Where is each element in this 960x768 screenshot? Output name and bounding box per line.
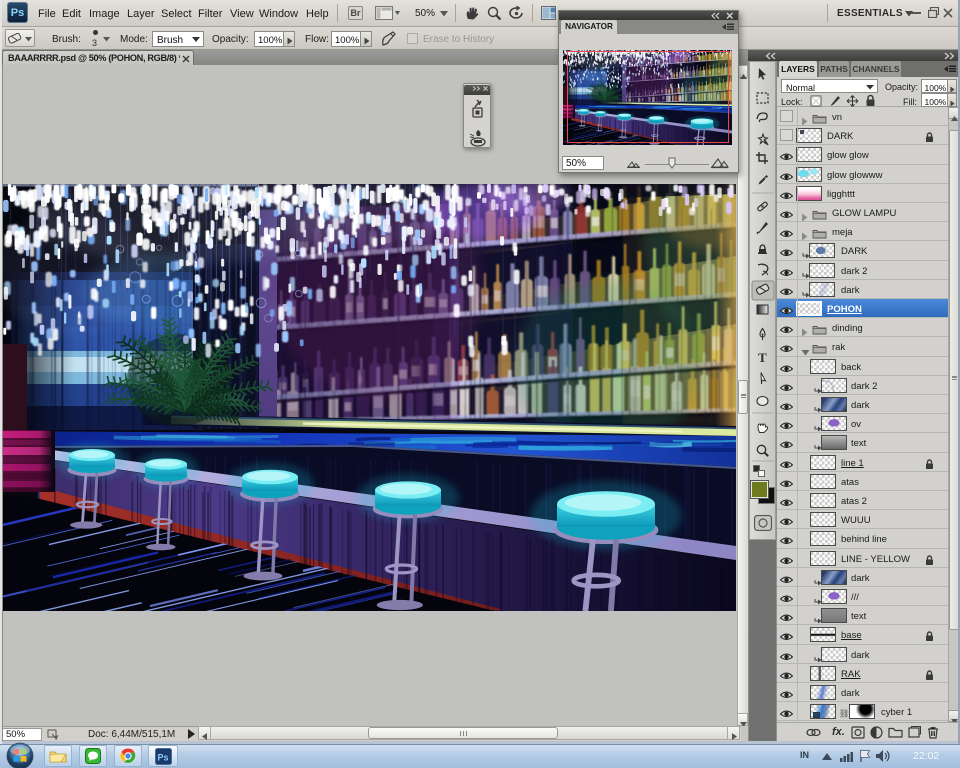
svg-text:T: T — [758, 350, 767, 365]
svg-text:Ps: Ps — [158, 753, 169, 763]
